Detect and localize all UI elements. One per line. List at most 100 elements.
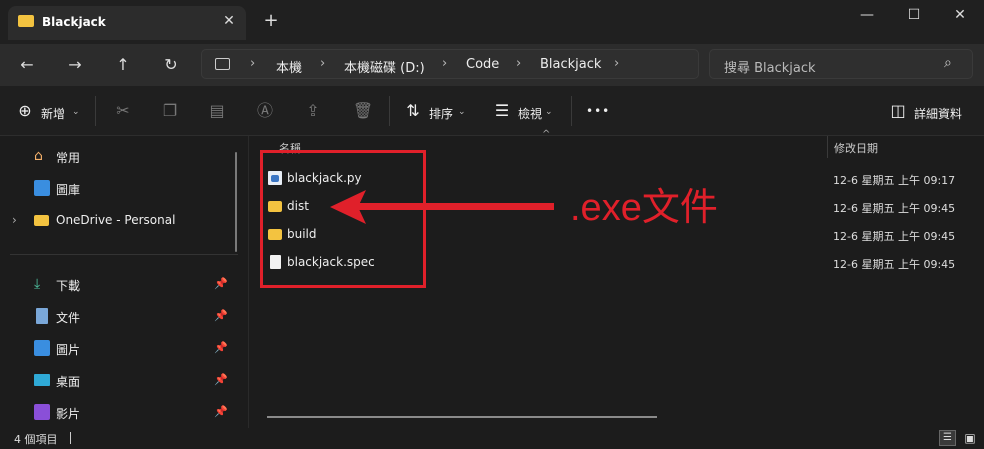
nav-item-videos[interactable]: 影片 📌 xyxy=(0,400,240,426)
divider xyxy=(571,96,572,126)
pin-icon[interactable]: 📌 xyxy=(214,373,228,386)
chevron-right-icon[interactable]: › xyxy=(614,56,619,71)
nav-item-pictures[interactable]: 圖片 📌 xyxy=(0,336,240,362)
breadcrumb[interactable]: › 本機 › 本機磁碟 (D:) › Code › Blackjack › xyxy=(201,49,699,79)
details-view-icon[interactable]: ☰ xyxy=(939,430,956,446)
folder-icon xyxy=(34,215,49,226)
command-bar: ⊕ 新增 ⌄ ✂ ❐ ▤ Ⓐ ⇪ 🗑 ⇅ 排序 ⌄ ☰ 檢視 ⌄ ••• ◫ 詳… xyxy=(0,86,984,136)
pin-icon[interactable]: 📌 xyxy=(214,341,228,354)
horizontal-scrollbar[interactable] xyxy=(267,416,657,418)
maximize-button[interactable]: ☐ xyxy=(899,4,929,26)
annotation-label: .exe文件 xyxy=(570,187,718,229)
address-bar: ← → ↑ ↻ › 本機 › 本機磁碟 (D:) › Code › Blackj… xyxy=(0,44,984,86)
chevron-right-icon[interactable]: › xyxy=(12,213,17,227)
search-placeholder: 搜尋 Blackjack xyxy=(724,61,816,76)
divider xyxy=(389,96,390,126)
details-button[interactable]: 詳細資料 xyxy=(914,105,962,122)
document-icon xyxy=(36,308,48,324)
view-icon[interactable]: ☰ xyxy=(491,100,513,122)
chevron-right-icon: › xyxy=(250,56,256,71)
close-window-button[interactable]: ✕ xyxy=(945,4,975,26)
file-date: 12-6 星期五 上午 09:17 xyxy=(833,174,956,187)
tab-title: Blackjack xyxy=(42,15,106,29)
cut-icon[interactable]: ✂ xyxy=(112,100,134,122)
view-button[interactable]: 檢視 xyxy=(518,105,542,122)
item-count: 4 個項目 xyxy=(14,433,58,446)
new-tab-button[interactable]: + xyxy=(262,12,280,30)
chevron-right-icon: › xyxy=(320,56,326,71)
chevron-right-icon: › xyxy=(516,56,522,71)
nav-item-documents[interactable]: 文件 📌 xyxy=(0,304,240,330)
nav-label: 圖片 xyxy=(56,343,81,357)
chevron-down-icon[interactable]: ⌄ xyxy=(72,107,80,117)
nav-label: 文件 xyxy=(56,311,81,325)
status-divider xyxy=(70,432,71,444)
minimize-button[interactable]: — xyxy=(852,4,882,26)
back-arrow-icon[interactable]: ← xyxy=(13,52,41,78)
nav-label: OneDrive - Personal xyxy=(56,213,176,227)
search-icon: ⌕ xyxy=(944,55,952,71)
tab-blackjack[interactable]: Blackjack ✕ xyxy=(8,6,246,40)
navigation-pane: ⌂ 常用 圖庫 › OneDrive - Personal ⤓ 下載 📌 文件 … xyxy=(0,136,248,428)
nav-label: 影片 xyxy=(56,407,81,421)
nav-item-home[interactable]: ⌂ 常用 xyxy=(0,144,240,170)
nav-item-desktop[interactable]: 桌面 📌 xyxy=(0,368,240,394)
download-icon: ⤓ xyxy=(34,276,41,292)
copy-icon[interactable]: ❐ xyxy=(159,100,181,122)
up-arrow-icon[interactable]: ↑ xyxy=(109,52,137,78)
sort-up-icon: ^ xyxy=(542,129,551,140)
nav-item-downloads[interactable]: ⤓ 下載 📌 xyxy=(0,272,240,298)
nav-item-gallery[interactable]: 圖庫 xyxy=(0,176,240,202)
column-modified[interactable]: 修改日期 xyxy=(834,140,878,156)
sort-button[interactable]: 排序 xyxy=(429,105,453,122)
computer-icon xyxy=(215,58,230,70)
status-bar: 4 個項目 ☰ ▣ xyxy=(0,428,984,449)
search-input[interactable]: 搜尋 Blackjack ⌕ xyxy=(709,49,973,79)
breadcrumb-item[interactable]: 本機磁碟 (D:) xyxy=(344,57,425,76)
desktop-icon xyxy=(34,374,50,386)
chevron-right-icon: › xyxy=(442,56,448,71)
file-date: 12-6 星期五 上午 09:45 xyxy=(833,258,956,271)
breadcrumb-item[interactable]: Code xyxy=(466,57,499,72)
close-tab-button[interactable]: ✕ xyxy=(220,12,238,30)
nav-item-onedrive[interactable]: › OneDrive - Personal xyxy=(0,208,240,234)
forward-arrow-icon[interactable]: → xyxy=(61,52,89,78)
refresh-icon[interactable]: ↻ xyxy=(157,52,185,78)
pane-divider xyxy=(248,136,249,428)
tiles-view-icon[interactable]: ▣ xyxy=(962,430,978,446)
pin-icon[interactable]: 📌 xyxy=(214,277,228,290)
file-date: 12-6 星期五 上午 09:45 xyxy=(833,230,956,243)
nav-label: 圖庫 xyxy=(56,183,81,197)
gallery-icon xyxy=(34,180,50,196)
arrowhead-icon xyxy=(330,190,366,224)
home-icon: ⌂ xyxy=(34,148,43,164)
pin-icon[interactable]: 📌 xyxy=(214,309,228,322)
pin-icon[interactable]: 📌 xyxy=(214,405,228,418)
chevron-down-icon[interactable]: ⌄ xyxy=(545,107,553,117)
new-button[interactable]: 新增 xyxy=(41,105,65,122)
delete-icon[interactable]: 🗑 xyxy=(352,100,374,122)
folder-icon xyxy=(18,15,34,27)
pictures-icon xyxy=(34,340,50,356)
file-date: 12-6 星期五 上午 09:45 xyxy=(833,202,956,215)
sort-icon[interactable]: ⇅ xyxy=(402,100,424,122)
chevron-down-icon[interactable]: ⌄ xyxy=(458,107,466,117)
nav-scrollbar[interactable] xyxy=(235,152,237,252)
share-icon[interactable]: ⇪ xyxy=(302,100,324,122)
more-options-button[interactable]: ••• xyxy=(586,104,610,118)
annotation-arrow xyxy=(352,203,554,210)
breadcrumb-item[interactable]: 本機 xyxy=(276,57,302,76)
nav-label: 下載 xyxy=(56,279,81,293)
divider xyxy=(95,96,96,126)
paste-icon[interactable]: ▤ xyxy=(206,100,228,122)
title-bar: Blackjack ✕ + — ☐ ✕ xyxy=(0,0,984,44)
nav-label: 常用 xyxy=(56,151,81,165)
rename-icon[interactable]: Ⓐ xyxy=(254,100,276,122)
divider xyxy=(10,254,238,255)
breadcrumb-item[interactable]: Blackjack xyxy=(540,57,601,72)
video-icon xyxy=(34,404,50,420)
plus-circle-icon[interactable]: ⊕ xyxy=(14,100,36,122)
nav-label: 桌面 xyxy=(56,375,81,389)
column-divider[interactable] xyxy=(827,136,828,158)
details-pane-icon[interactable]: ◫ xyxy=(887,100,909,122)
